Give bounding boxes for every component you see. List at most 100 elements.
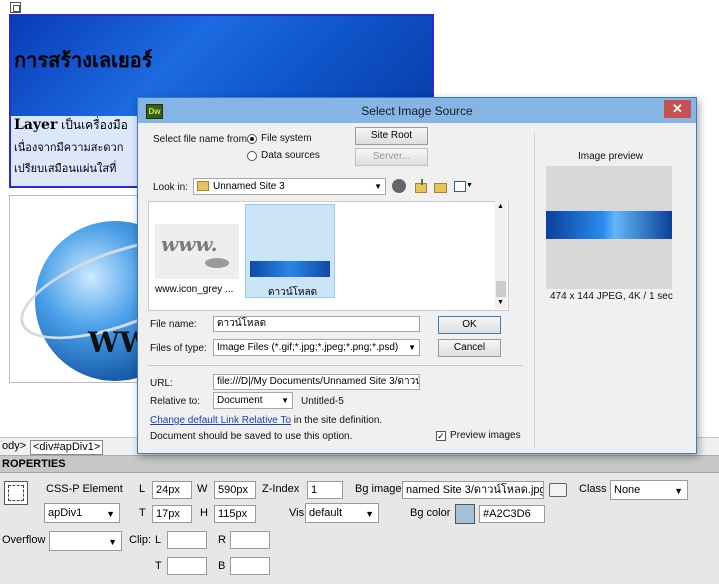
width-label: W (197, 483, 208, 495)
paragraph-line-1-rest: เป็นเครื่องมือ (57, 118, 128, 132)
image-preview-info: 474 x 144 JPEG, 4K / 1 sec (550, 291, 673, 302)
left-label: L (139, 483, 146, 495)
dialog-title: Select Image Source (361, 104, 473, 118)
close-button[interactable]: ✕ (664, 100, 691, 118)
bg-color-input[interactable]: #A2C3D6 (479, 505, 545, 523)
file-list-scrollbar[interactable]: ▲ ▼ (495, 201, 507, 309)
top-label: T (139, 507, 146, 519)
file-thumbnail: www. (155, 224, 239, 279)
dialog-titlebar[interactable]: Dw Select Image Source ✕ (138, 98, 696, 123)
element-id-select[interactable]: apDiv1 ▼ (44, 503, 120, 523)
file-item[interactable]: www. www.icon_grey ... (149, 202, 245, 302)
paragraph-line-2: เนื่องจากมีความสะดวก (14, 142, 124, 154)
file-list[interactable]: www. www.icon_grey ... ดาวน์โหลด (148, 201, 509, 311)
mouse-graphic (205, 258, 229, 268)
layer-word: Layer (14, 117, 58, 133)
zindex-input[interactable]: 1 (307, 481, 343, 499)
clip-left-label: L (155, 534, 162, 546)
width-input[interactable]: 590px (214, 481, 256, 499)
files-of-type-select[interactable]: Image Files (*.gif;*.jpg;*.jpeg;*.png;*.… (213, 339, 420, 356)
preview-image (546, 211, 672, 239)
height-input[interactable]: 115px (214, 505, 256, 523)
chevron-down-icon: ▼ (106, 509, 115, 519)
folder-icon (197, 181, 209, 192)
save-note: Document should be saved to use this opt… (150, 431, 353, 442)
top-input[interactable]: 17px (152, 505, 192, 523)
clip-top-input[interactable] (167, 557, 207, 575)
look-in-select[interactable]: Unnamed Site 3 ▼ (193, 178, 386, 195)
scroll-down-icon[interactable]: ▼ (497, 299, 504, 306)
file-system-radio[interactable] (247, 134, 257, 144)
look-in-value: Unnamed Site 3 (213, 181, 285, 192)
tag-div-apdiv1[interactable]: <div#apDiv1> (30, 440, 104, 455)
chevron-down-icon: ▼ (108, 537, 117, 547)
height-label: H (200, 507, 208, 519)
clip-bottom-input[interactable] (230, 557, 270, 575)
files-of-type-label: Files of type: (150, 343, 207, 354)
vis-label: Vis (289, 507, 305, 519)
change-default-link[interactable]: Change default Link Relative To (150, 415, 291, 426)
relative-to-label: Relative to: (150, 396, 201, 407)
change-link-line: Change default Link Relative To in the s… (150, 415, 382, 426)
new-folder-icon[interactable] (433, 179, 447, 193)
site-root-button[interactable]: Site Root (355, 127, 428, 145)
vis-select[interactable]: default ▼ (305, 503, 379, 523)
clip-label: Clip: (129, 534, 152, 546)
ok-button[interactable]: OK (438, 316, 501, 334)
back-icon[interactable] (392, 179, 406, 193)
properties-panel: ROPERTIES CSS-P Element apDiv1 ▼ L 24px W… (0, 455, 719, 584)
bg-color-label: Bg color (410, 507, 451, 519)
folder-icon[interactable] (549, 483, 567, 497)
element-id-value: apDiv1 (48, 507, 83, 519)
files-of-type-value: Image Files (*.gif;*.jpg;*.jpeg;*.png;*.… (217, 342, 399, 353)
data-sources-radio[interactable] (247, 151, 257, 161)
clip-right-input[interactable] (230, 531, 270, 549)
bg-image-input[interactable]: named Site 3/ดาวน์โหลด.jpg (402, 481, 544, 499)
chevron-down-icon: ▼ (365, 509, 374, 519)
image-preview-label: Image preview (578, 151, 644, 162)
preview-images-label: Preview images (450, 430, 521, 441)
relative-to-value: Document (217, 395, 263, 406)
paragraph-line-1: Layer เป็นเครื่องมือ (14, 116, 128, 135)
server-button[interactable]: Server... (355, 148, 428, 166)
relative-to-select[interactable]: Document ▼ (213, 392, 293, 409)
scroll-up-icon[interactable]: ▲ (497, 203, 504, 210)
tag-body[interactable]: ody> (0, 440, 28, 453)
clip-left-input[interactable] (167, 531, 207, 549)
chevron-down-icon: ▼ (674, 486, 683, 496)
properties-header[interactable]: ROPERTIES (0, 456, 719, 473)
view-menu-icon[interactable]: ▼ (454, 179, 473, 193)
left-input[interactable]: 24px (152, 481, 192, 499)
overflow-label: Overflow (2, 534, 46, 546)
file-system-label: File system (261, 133, 312, 144)
element-type-label: CSS-P Element (46, 483, 123, 495)
globe-text: WW (88, 326, 140, 359)
change-link-suffix: in the site definition. (291, 415, 383, 426)
class-select[interactable]: None ▼ (610, 480, 688, 500)
chevron-down-icon: ▼ (408, 343, 416, 352)
url-label: URL: (150, 378, 173, 389)
preview-images-checkbox[interactable]: ✓ (436, 431, 446, 441)
file-name: ดาวน์โหลด (268, 287, 318, 298)
file-item-selected[interactable]: ดาวน์โหลด (245, 204, 335, 298)
image-preview (546, 166, 672, 289)
paragraph-line-3: เปรียบเสมือนแผ่นใสที่ (14, 163, 117, 175)
vis-value: default (309, 507, 343, 519)
overflow-select[interactable]: ▼ (49, 531, 122, 551)
chevron-down-icon: ▼ (374, 182, 382, 191)
file-name-input[interactable]: ดาวน์โหลด (213, 316, 420, 332)
up-folder-icon[interactable] (413, 179, 427, 193)
clip-bottom-label: B (218, 560, 226, 572)
chevron-down-icon: ▼ (281, 396, 289, 405)
scrollbar-thumb[interactable] (496, 281, 506, 297)
relative-document-name: Untitled-5 (301, 396, 344, 407)
bg-color-swatch[interactable] (455, 504, 475, 524)
cancel-button[interactable]: Cancel (438, 339, 501, 357)
clip-right-label: R (218, 534, 226, 546)
css-p-element-icon (4, 481, 28, 505)
file-thumbnail (250, 261, 330, 277)
ap-div-handle-icon[interactable] (10, 2, 21, 13)
www-graphic: www. (161, 232, 218, 256)
url-input[interactable]: file:///D|/My Documents/Unnamed Site 3/ด… (213, 374, 420, 390)
data-sources-label: Data sources (261, 150, 320, 161)
